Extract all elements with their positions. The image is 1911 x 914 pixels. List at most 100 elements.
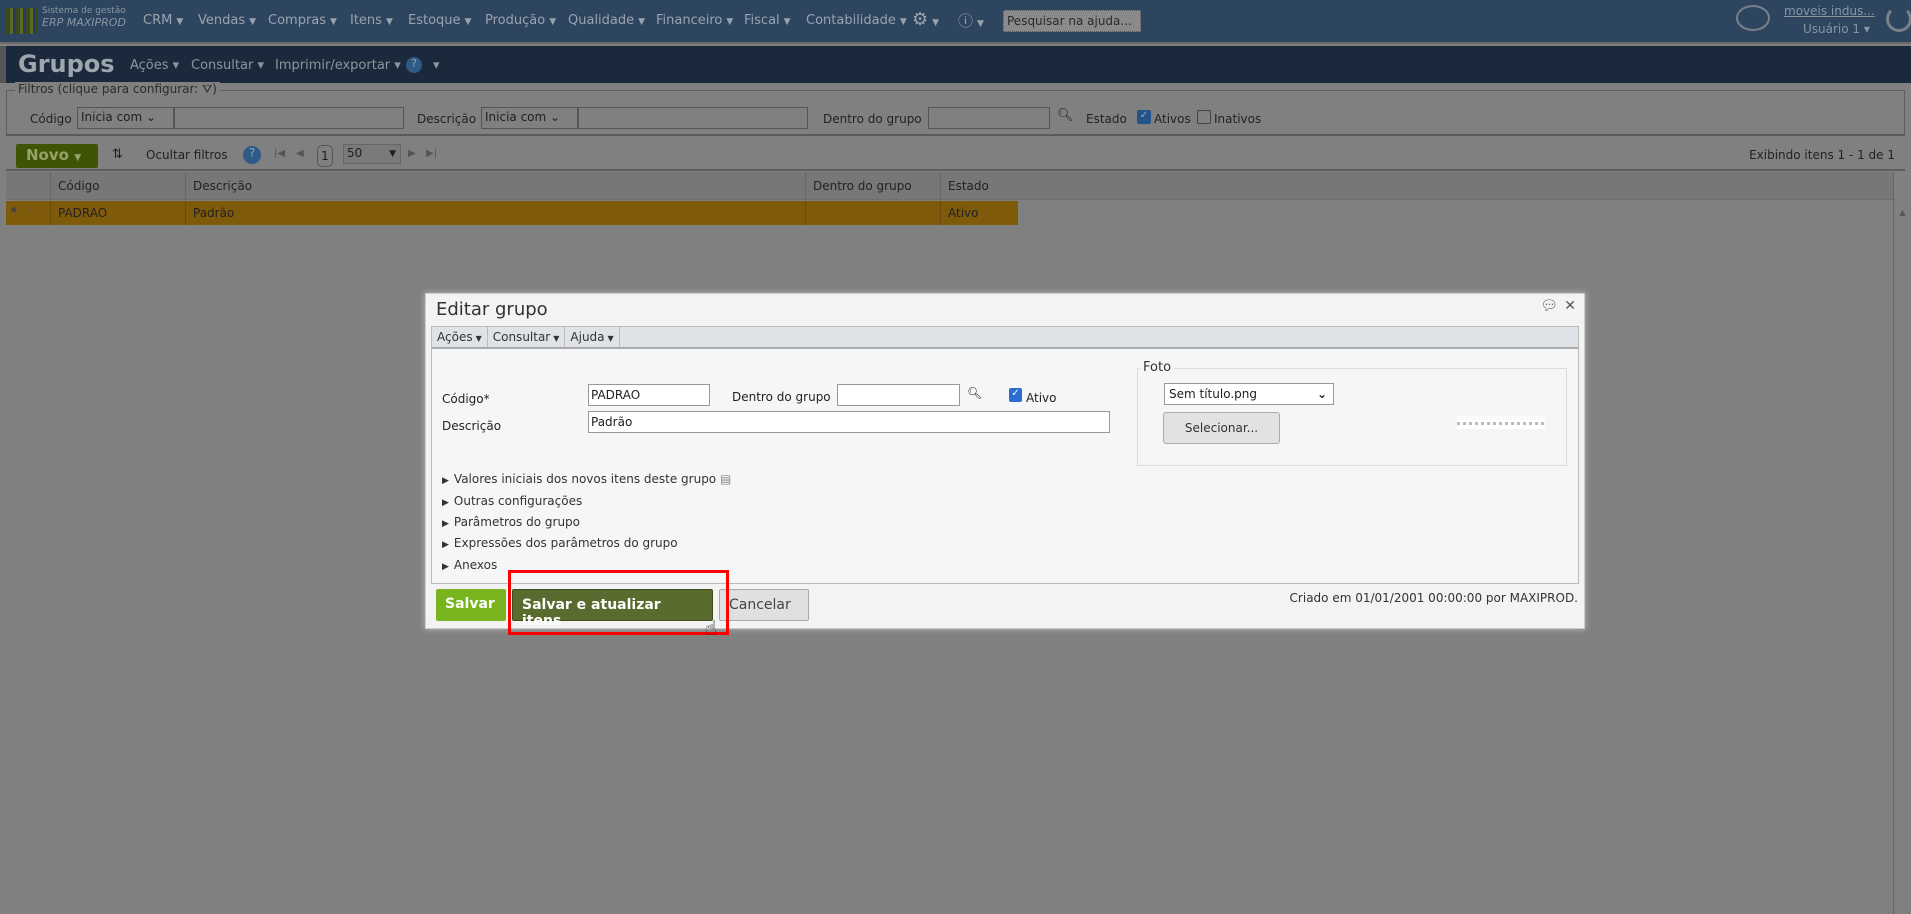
ativo-checkbox[interactable]: ✓: [1009, 388, 1022, 402]
menu-estoque[interactable]: Estoque ▼: [408, 13, 471, 28]
grupo-label: Dentro do grupo: [732, 390, 831, 404]
search-icon[interactable]: 🔍︎: [967, 386, 982, 400]
scrollbar[interactable]: ▲: [1893, 172, 1911, 914]
foto-legend: Foto: [1140, 360, 1175, 375]
hand-cursor-icon: ☝: [705, 616, 718, 640]
dialog-menu-ajuda[interactable]: Ajuda ▼: [565, 327, 620, 348]
power-icon[interactable]: [1886, 6, 1911, 32]
cell-estado: Ativo: [948, 206, 979, 220]
descricao-input[interactable]: Padrão: [588, 411, 1110, 433]
page-number-input[interactable]: 1: [317, 145, 333, 167]
menu-fiscal[interactable]: Fiscal ▼: [744, 13, 791, 28]
inativos-checkbox[interactable]: [1197, 110, 1211, 124]
menu-consultar[interactable]: Consultar ▾: [191, 58, 264, 73]
help-icon[interactable]: ⓘ ▼: [958, 10, 984, 31]
inativos-label: Inativos: [1214, 112, 1262, 126]
filters-legend[interactable]: Filtros (clique para configurar: ⛛): [15, 82, 220, 97]
menu-label: CRM: [143, 13, 173, 28]
selecionar-button[interactable]: Selecionar...: [1163, 412, 1280, 444]
codigo-input[interactable]: PADRAO: [588, 384, 710, 406]
next-page-icon[interactable]: ▶: [408, 148, 416, 159]
menu-vendas[interactable]: Vendas ▼: [198, 13, 256, 28]
section-expressoes[interactable]: ▶ Expressões dos parâmetros do grupo: [442, 536, 678, 550]
grupo-input[interactable]: [837, 384, 960, 406]
ativos-checkbox[interactable]: ✓: [1137, 110, 1151, 124]
cell-codigo: PADRAO: [58, 206, 108, 220]
descricao-operator-select[interactable]: Inicia com ⌄: [481, 107, 578, 129]
first-page-icon[interactable]: |◀: [274, 148, 285, 159]
menu-producao[interactable]: Produção ▼: [485, 13, 556, 28]
comment-icon[interactable]: 💬︎: [1540, 298, 1558, 314]
novo-button[interactable]: Novo ▼: [16, 144, 98, 168]
foto-fieldset: Foto Sem título.png ⌄ Selecionar...: [1137, 360, 1567, 466]
section-parametros[interactable]: ▶ Parâmetros do grupo: [442, 515, 580, 529]
codigo-filter-input[interactable]: [174, 107, 404, 129]
company-link[interactable]: moveis indus...: [1784, 4, 1875, 18]
close-icon[interactable]: ✕: [1564, 298, 1576, 314]
top-navbar: Sistema de gestão ERP MAXIPROD CRM ▼ Vend…: [0, 0, 1911, 44]
menu-label: Compras: [268, 13, 327, 28]
help-search-input[interactable]: Pesquisar na ajuda...: [1003, 10, 1141, 32]
menu-itens[interactable]: Itens ▼: [350, 13, 393, 28]
page-header: Grupos Ações ▾ Consultar ▾ Imprimir/expo…: [0, 46, 1911, 83]
logo-text: Sistema de gestão ERP MAXIPROD: [42, 6, 126, 28]
dialog-menu-consultar[interactable]: Consultar ▼: [488, 327, 566, 348]
help-icon[interactable]: ?: [243, 146, 261, 164]
dialog-body: Código* PADRAO Dentro do grupo 🔍︎ ✓ Ativ…: [431, 349, 1579, 584]
menu-label: Vendas: [198, 13, 246, 28]
menu-financeiro[interactable]: Financeiro ▼: [656, 13, 733, 28]
prev-page-icon[interactable]: ◀: [296, 148, 304, 159]
ativos-label: Ativos: [1154, 112, 1191, 126]
menu-label: Ações: [130, 58, 169, 73]
column-header-codigo[interactable]: Código: [58, 179, 100, 193]
user-name: Usuário 1: [1803, 22, 1861, 36]
codigo-operator-select[interactable]: Inicia com ⌄: [77, 107, 174, 129]
help-icon[interactable]: ?: [406, 57, 422, 73]
cancel-button[interactable]: Cancelar: [719, 589, 809, 621]
last-page-icon[interactable]: ▶|: [426, 148, 437, 159]
help-dropdown[interactable]: ▾: [433, 58, 440, 73]
menu-label: Estoque: [408, 13, 461, 28]
dialog-menu-acoes[interactable]: Ações ▼: [432, 327, 488, 348]
menu-crm[interactable]: CRM ▼: [143, 13, 183, 28]
table-header: Código Descrição Dentro do grupo Estado: [6, 172, 1893, 200]
highlight-box: [508, 570, 729, 635]
page-size-select[interactable]: 50 ▼: [343, 144, 401, 164]
table-row[interactable]: ✖ ✎ PADRAO Padrão Ativo: [6, 201, 1018, 225]
user-menu[interactable]: Usuário 1 ▾: [1803, 22, 1870, 36]
search-icon[interactable]: 🔍︎: [1057, 108, 1074, 123]
column-header-descricao[interactable]: Descrição: [193, 179, 252, 193]
chat-icon[interactable]: [1736, 5, 1770, 31]
filter-icon[interactable]: ⛛: [202, 82, 212, 96]
menu-label: Consultar: [191, 58, 254, 73]
section-outras-configuracoes[interactable]: ▶ Outras configurações: [442, 494, 582, 508]
grupo-label: Dentro do grupo: [823, 112, 922, 126]
grupo-filter-input[interactable]: [928, 107, 1050, 129]
menu-compras[interactable]: Compras ▼: [268, 13, 337, 28]
gear-icon[interactable]: ⚙ ▼: [912, 9, 939, 30]
column-header-estado[interactable]: Estado: [948, 179, 989, 193]
foto-file-select[interactable]: Sem título.png ⌄: [1164, 383, 1334, 405]
menu-label: Imprimir/exportar: [275, 58, 391, 73]
grid-toolbar: Novo ▼ ⇅ Ocultar filtros ? |◀ ◀ 1 50 ▼ ▶ …: [6, 140, 1905, 171]
refresh-icon[interactable]: ⇅: [112, 147, 123, 162]
menu-contabilidade[interactable]: Contabilidade ▼: [806, 13, 907, 28]
section-valores-iniciais[interactable]: ▶ Valores iniciais dos novos itens deste …: [442, 472, 731, 486]
hide-filters-button[interactable]: Ocultar filtros: [146, 148, 228, 162]
column-header-grupo[interactable]: Dentro do grupo: [813, 179, 912, 193]
menu-imprimir[interactable]: Imprimir/exportar ▾: [275, 58, 401, 73]
created-info: Criado em 01/01/2001 00:00:00 por MAXIPR…: [1289, 591, 1578, 605]
edit-icon[interactable]: ✎: [26, 206, 34, 217]
photo-thumbnail: [1457, 416, 1545, 429]
logo-icon: [6, 8, 38, 34]
menu-label: Produção: [485, 13, 546, 28]
pagination-status: Exibindo itens 1 - 1 de 1: [1749, 148, 1895, 162]
menu-label: Contabilidade: [806, 13, 896, 28]
descricao-filter-input[interactable]: [578, 107, 808, 129]
menu-label: Fiscal: [744, 13, 780, 28]
save-button[interactable]: Salvar: [436, 589, 506, 621]
delete-icon[interactable]: ✖: [10, 206, 18, 216]
menu-acoes[interactable]: Ações ▾: [130, 58, 179, 73]
menu-qualidade[interactable]: Qualidade ▼: [568, 13, 645, 28]
section-anexos[interactable]: ▶ Anexos: [442, 558, 497, 572]
